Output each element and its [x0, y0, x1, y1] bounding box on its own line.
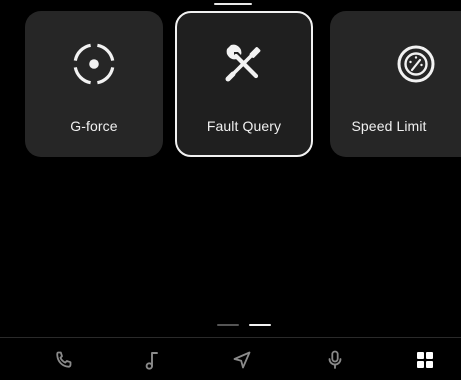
app-launcher-screen: G-force Fault Query Speed Limit — [0, 0, 461, 380]
bottom-dock — [0, 338, 461, 380]
tile-label: G-force — [70, 118, 118, 134]
dock-navigation-button[interactable] — [230, 348, 254, 372]
music-note-icon — [140, 348, 164, 372]
microphone-icon — [323, 348, 347, 372]
navigation-arrow-icon — [230, 348, 254, 372]
dock-voice-button[interactable] — [323, 348, 347, 372]
dock-music-button[interactable] — [140, 348, 164, 372]
dock-phone-button[interactable] — [52, 348, 76, 372]
tile-fault-query[interactable]: Fault Query — [175, 11, 313, 157]
tile-speed-limit[interactable]: Speed Limit — [330, 11, 461, 157]
phone-icon — [52, 348, 76, 372]
tile-g-force[interactable]: G-force — [25, 11, 163, 157]
page-dot-2[interactable] — [249, 324, 271, 326]
tile-label: Speed Limit — [351, 118, 427, 134]
tile-label: Fault Query — [206, 118, 282, 134]
page-dot-1[interactable] — [217, 324, 239, 326]
speed-limit-icon — [391, 39, 441, 89]
wrench-screwdriver-icon — [219, 39, 269, 89]
dock-apps-button[interactable] — [413, 348, 437, 372]
g-force-icon — [69, 39, 119, 89]
app-grid-icon — [413, 348, 437, 372]
top-status-indicator — [214, 3, 252, 5]
page-indicator — [217, 324, 277, 327]
